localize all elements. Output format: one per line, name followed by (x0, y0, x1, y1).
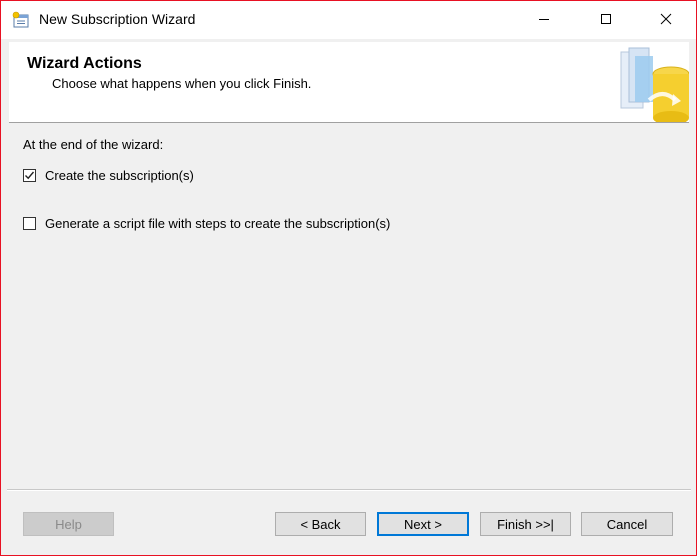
wizard-window: New Subscription Wizard Wizard Actions C… (0, 0, 697, 556)
minimize-icon (538, 13, 550, 28)
footer-divider-highlight (7, 490, 691, 491)
create-subscription-label[interactable]: Create the subscription(s) (45, 168, 194, 183)
page-subtitle: Choose what happens when you click Finis… (52, 76, 312, 91)
back-button[interactable]: < Back (275, 512, 366, 536)
generate-script-option[interactable]: Generate a script file with steps to cre… (23, 215, 390, 231)
wizard-header: Wizard Actions Choose what happens when … (9, 42, 690, 125)
create-subscription-checkbox[interactable] (23, 168, 36, 182)
next-button[interactable]: Next > (377, 512, 469, 536)
window-title: New Subscription Wizard (39, 11, 196, 27)
title-bar[interactable]: New Subscription Wizard (1, 1, 696, 39)
minimize-button[interactable] (521, 1, 567, 39)
wizard-app-icon (12, 11, 30, 29)
create-subscription-option[interactable]: Create the subscription(s) (23, 167, 194, 183)
header-divider (9, 122, 689, 123)
close-button[interactable] (643, 1, 689, 39)
finish-button[interactable]: Finish >>| (480, 512, 571, 536)
maximize-icon (600, 13, 612, 28)
database-wizard-graphic (615, 46, 690, 125)
cancel-button[interactable]: Cancel (581, 512, 673, 536)
generate-script-checkbox[interactable] (23, 216, 36, 230)
help-button[interactable]: Help (23, 512, 114, 536)
close-icon (660, 13, 672, 28)
page-title: Wizard Actions (27, 55, 142, 72)
maximize-button[interactable] (583, 1, 629, 39)
generate-script-label[interactable]: Generate a script file with steps to cre… (45, 216, 390, 231)
checkmark-icon (25, 171, 35, 179)
section-label: At the end of the wizard: (23, 137, 164, 152)
